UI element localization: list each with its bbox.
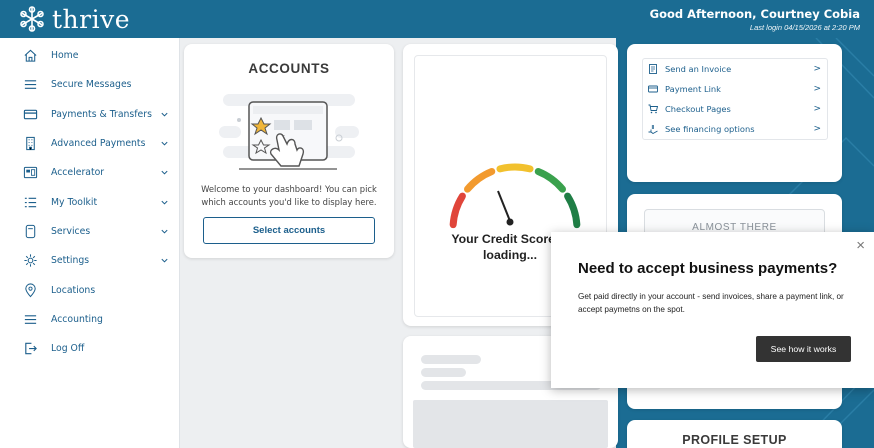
menu-lines-icon [22,77,38,93]
sidebar-item-label: Advanced Payments [51,138,146,150]
chevron-down-icon[interactable] [160,110,169,119]
quick-links-card: Send an Invoice > Payment Link > Checkou… [627,44,842,182]
sidebar-nav: Home Secure Messages Payments & Transfer… [0,38,180,448]
accounts-message: Welcome to your dashboard! You can pick … [201,184,377,207]
sidebar-item-home[interactable]: Home [0,41,179,70]
sidebar-item-label: Payments & Transfers [51,108,152,120]
dashboard-icon [22,165,38,181]
gauge-segment [496,163,534,173]
snowflake-logo-icon [20,6,44,32]
quick-link-financing[interactable]: See financing options > [643,119,827,139]
top-header: thrive Good Afternoon, Courtney Cobia La… [0,0,874,38]
accounts-illustration: $ [219,94,359,170]
chevron-down-icon[interactable] [160,198,169,207]
card-icon [22,106,38,122]
logout-icon [22,341,38,357]
skeleton-line [421,368,466,377]
quick-link-label: See financing options [665,124,755,134]
sidebar-item-label: Services [51,225,91,237]
sidebar-item-label: My Toolkit [51,196,98,208]
sidebar-item-services[interactable]: Services [0,217,179,246]
profile-setup-title: PROFILE SETUP [682,433,787,447]
quick-link-checkout-pages[interactable]: Checkout Pages > [643,99,827,119]
cart-icon [648,104,658,114]
gauge-segment [564,192,581,229]
last-login-text: Last login 04/15/2026 at 2:20 PM [749,22,860,32]
quick-link-send-invoice[interactable]: Send an Invoice > [643,59,827,79]
chevron-down-icon[interactable] [160,256,169,265]
greeting-text: Good Afternoon, Courtney Cobia [649,6,860,21]
popup-title: Need to accept business payments? [578,260,838,277]
quick-links-list: Send an Invoice > Payment Link > Checkou… [642,58,828,140]
gauge-segment [464,168,496,193]
see-how-it-works-button[interactable]: See how it works [756,336,851,362]
chevron-down-icon[interactable] [160,227,169,236]
close-icon[interactable]: × [856,238,865,253]
sidebar-item-settings[interactable]: Settings [0,246,179,275]
gauge-segment [449,192,466,229]
business-payments-popup: × Need to accept business payments? Get … [551,232,874,388]
quick-link-label: Checkout Pages [665,104,731,114]
chevron-right-icon: > [813,104,821,114]
gauge-hub [506,218,514,226]
sidebar-item-secure-messages[interactable]: Secure Messages [0,70,179,99]
credit-gauge [449,163,581,229]
gauge-segment [534,168,566,193]
select-accounts-button[interactable]: Select accounts [203,217,375,244]
accounts-card: ACCOUNTS $ Welcome to your dashboard! Yo… [184,44,394,258]
sidebar-item-label: Locations [51,284,96,296]
popup-body: Get paid directly in your account - send… [578,292,844,314]
sidebar-item-accelerator[interactable]: Accelerator [0,158,179,187]
sidebar-item-advanced-payments[interactable]: Advanced Payments [0,129,179,158]
card-icon [648,85,658,93]
user-greeting: Good Afternoon, Courtney Cobia Last logi… [650,7,860,32]
skeleton-block [413,400,608,448]
logo[interactable]: thrive [18,5,130,34]
building-icon [22,136,38,152]
chevron-right-icon: > [813,124,821,134]
list-icon [22,194,38,210]
quick-link-label: Payment Link [665,84,721,94]
home-icon [22,48,38,64]
invoice-icon [649,64,657,74]
sidebar-item-accounting[interactable]: Accounting [0,305,179,334]
sidebar-item-my-toolkit[interactable]: My Toolkit [0,187,179,216]
chevron-right-icon: > [813,84,821,94]
gear-icon [22,253,38,269]
chevron-down-icon[interactable] [160,139,169,148]
map-pin-icon [22,282,38,298]
quick-link-payment-link[interactable]: Payment Link > [643,79,827,99]
sidebar-item-payments-transfers[interactable]: Payments & Transfers [0,100,179,129]
gauge-needle [497,190,511,222]
quick-link-label: Send an Invoice [665,64,732,74]
sidebar-item-label: Settings [51,255,90,267]
phone-icon [22,223,38,239]
logo-text: thrive [52,4,131,34]
sidebar-item-label: Secure Messages [51,79,132,91]
menu-lines-icon [22,311,38,327]
sidebar-item-label: Accounting [51,313,103,325]
chevron-right-icon: > [813,64,821,74]
accounts-title: ACCOUNTS [248,61,330,76]
profile-setup-card: PROFILE SETUP [627,420,842,448]
skeleton-line [421,355,481,364]
financing-icon [648,125,658,134]
sidebar-item-label: Home [51,50,79,62]
chevron-down-icon[interactable] [160,168,169,177]
sidebar-item-locations[interactable]: Locations [0,275,179,304]
sidebar-item-log-off[interactable]: Log Off [0,334,179,363]
sidebar-item-label: Log Off [51,343,85,355]
sidebar-item-label: Accelerator [51,167,105,179]
